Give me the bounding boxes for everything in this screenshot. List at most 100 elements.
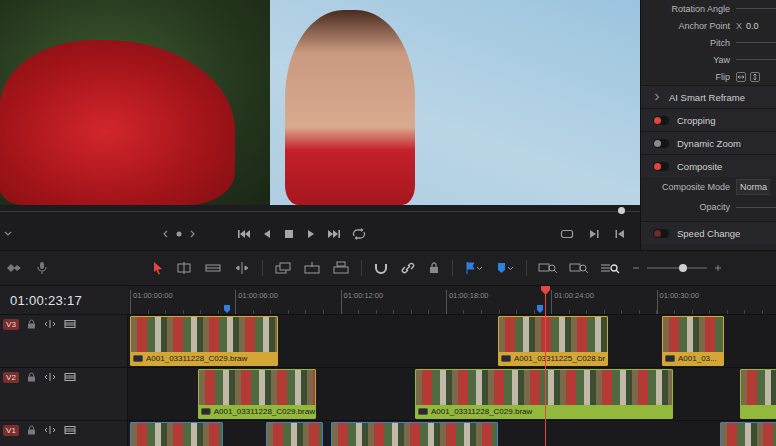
section-toggle[interactable] (653, 229, 669, 238)
zoom-detail-icon[interactable] (569, 261, 589, 275)
composite-row: Opacity (641, 197, 776, 217)
property-control[interactable] (736, 72, 776, 82)
prev-edit-icon[interactable] (614, 228, 626, 240)
track-video-icon[interactable] (64, 425, 76, 435)
timeline-marker-icon[interactable] (224, 305, 230, 313)
property-control[interactable] (736, 8, 776, 9)
dynamic-trim-icon[interactable] (204, 261, 222, 275)
timeline-clip[interactable]: A001_03311228_C029.braw (198, 369, 316, 419)
loop-icon[interactable] (351, 228, 367, 240)
raw-badge-icon (418, 408, 428, 415)
property-slider[interactable] (736, 42, 776, 43)
inspector-section[interactable]: Speed Change (641, 221, 776, 244)
track-video-icon[interactable] (64, 319, 76, 329)
zoom-slider[interactable] (647, 267, 707, 269)
skip-start-icon[interactable] (237, 228, 251, 240)
toolbar-separator (361, 260, 362, 276)
selection-arrow-icon[interactable] (152, 261, 164, 275)
timeline-clip[interactable] (740, 369, 776, 419)
stop-icon[interactable] (283, 228, 295, 240)
property-slider[interactable] (736, 207, 776, 208)
flip-horizontal-icon[interactable] (736, 72, 746, 82)
clip-name: A001_03311228_C029.braw (146, 354, 247, 363)
timeline-clip[interactable]: A001_03311228_C029.braw (130, 316, 278, 366)
marker-icon[interactable] (495, 261, 515, 275)
auto-select-icon[interactable] (44, 372, 56, 382)
zoom-custom-icon[interactable] (600, 261, 620, 275)
flag-icon[interactable] (464, 261, 484, 275)
match-frame-icon[interactable] (560, 228, 574, 240)
resolve-window: Rotation Angle Anchor Point X 0.0Pitch Y… (0, 0, 776, 446)
raw-badge-icon (501, 355, 511, 362)
property-control[interactable]: Norma (736, 179, 776, 195)
play-icon[interactable] (305, 228, 317, 240)
prev-clip-icon[interactable] (161, 229, 169, 239)
inspector-section[interactable]: Dynamic Zoom (641, 131, 776, 154)
section-toggle[interactable] (653, 162, 669, 171)
linked-selection-icon[interactable] (400, 261, 416, 275)
layout-icon[interactable] (6, 262, 22, 274)
flip-vertical-icon[interactable] (750, 72, 760, 82)
blade-icon[interactable] (233, 261, 251, 275)
zoom-full-icon[interactable] (538, 261, 558, 275)
property-label: Yaw (641, 55, 736, 65)
timeline-clip[interactable]: A001_03311225_C028.br (498, 316, 608, 366)
zoom-out-icon[interactable] (631, 263, 641, 273)
clip-label-bar: A001_03... (663, 352, 723, 365)
timeline-clip[interactable] (331, 422, 498, 446)
trim-icon[interactable] (175, 261, 193, 275)
next-edit-icon[interactable] (588, 228, 600, 240)
timeline-clip[interactable] (130, 422, 223, 446)
next-clip-icon[interactable] (189, 229, 197, 239)
property-control[interactable] (736, 207, 776, 208)
lock-icon[interactable] (27, 319, 36, 329)
chevron-right-icon[interactable] (653, 93, 661, 101)
lock-icon[interactable] (27, 372, 36, 382)
timecode[interactable]: 01:00:23:17 (10, 293, 82, 308)
scrubber-knob[interactable] (618, 207, 625, 214)
property-slider[interactable] (736, 59, 776, 60)
timeline-clip[interactable]: A001_03311228_C029.braw (415, 369, 673, 419)
timeline-clip[interactable] (720, 422, 776, 446)
insert-clip-icon[interactable] (274, 261, 292, 275)
play-reverse-icon[interactable] (261, 228, 273, 240)
lock-icon[interactable] (27, 425, 36, 435)
replace-clip-icon[interactable] (332, 261, 350, 275)
snapping-icon[interactable] (373, 261, 389, 275)
property-control[interactable]: X 0.0 (736, 21, 776, 31)
property-value[interactable]: 0.0 (746, 21, 759, 31)
zoom-knob[interactable] (679, 264, 687, 272)
inspector-section[interactable]: Composite (641, 154, 776, 177)
timeline-ruler[interactable]: 01:00:00:00 01:00:06:00 01:00:12:00 01:0… (128, 286, 776, 314)
composite-mode-dropdown[interactable]: Norma (736, 179, 770, 195)
inspector-section[interactable]: AI Smart Reframe (641, 85, 776, 108)
inspector-panel: Rotation Angle Anchor Point X 0.0Pitch Y… (640, 0, 776, 250)
microphone-icon[interactable] (36, 261, 48, 275)
skip-end-icon[interactable] (327, 228, 341, 240)
playhead-head-icon[interactable] (541, 286, 550, 295)
property-control[interactable] (736, 42, 776, 43)
zoom-in-icon[interactable] (713, 263, 723, 273)
timeline-marker-icon[interactable] (537, 305, 543, 313)
chevron-down-icon[interactable] (3, 229, 13, 239)
auto-select-icon[interactable] (44, 425, 56, 435)
track-name[interactable]: V1 (3, 425, 19, 436)
playhead[interactable] (545, 286, 546, 446)
property-control[interactable] (736, 59, 776, 60)
section-toggle[interactable] (653, 139, 669, 148)
clip-label-bar: A001_03311228_C029.braw (199, 405, 315, 418)
track-name[interactable]: V2 (3, 372, 19, 383)
track-header: V1 (0, 421, 128, 446)
position-lock-icon[interactable] (427, 261, 441, 275)
scrubber[interactable] (0, 205, 640, 218)
auto-select-icon[interactable] (44, 319, 56, 329)
property-slider[interactable] (736, 8, 776, 9)
timeline-clip[interactable]: A001_03... (662, 316, 724, 366)
timeline-clip[interactable] (266, 422, 323, 446)
overwrite-clip-icon[interactable] (303, 261, 321, 275)
inspector-section[interactable]: Cropping (641, 108, 776, 131)
track-name[interactable]: V3 (3, 319, 19, 330)
dot-icon[interactable] (175, 230, 183, 238)
section-toggle[interactable] (653, 116, 669, 125)
track-video-icon[interactable] (64, 372, 76, 382)
